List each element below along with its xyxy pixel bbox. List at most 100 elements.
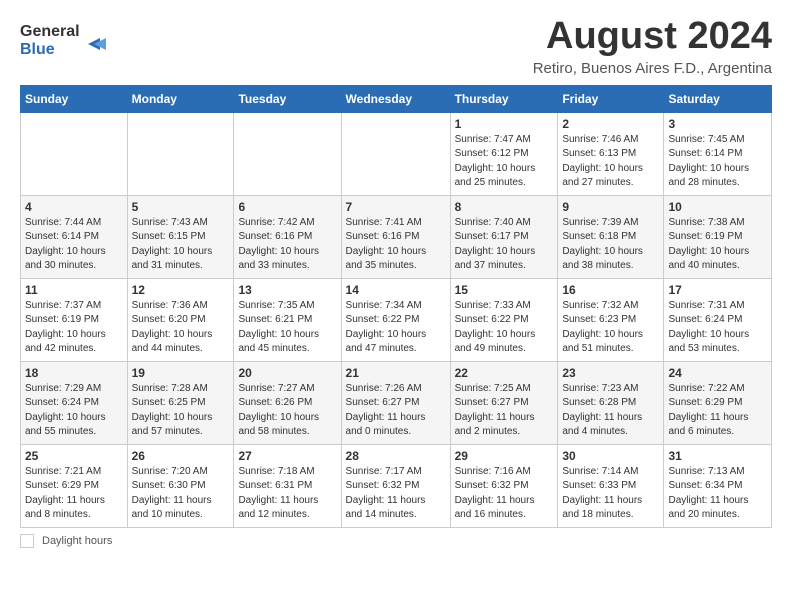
day-info: Sunrise: 7:23 AMSunset: 6:28 PMDaylight:… bbox=[562, 382, 659, 440]
day-info: Sunrise: 7:41 AMSunset: 6:16 PMDaylight:… bbox=[346, 216, 446, 274]
logo-text: General Blue bbox=[20, 16, 110, 65]
calendar-cell: 12Sunrise: 7:36 AMSunset: 6:20 PMDayligh… bbox=[127, 278, 234, 361]
day-info: Sunrise: 7:18 AMSunset: 6:31 PMDaylight:… bbox=[238, 465, 336, 523]
calendar-cell: 6 Sunrise: 7:42 AMSunset: 6:16 PMDaylight… bbox=[234, 195, 341, 278]
day-info: Sunrise: 7:26 AMSunset: 6:27 PMDaylight:… bbox=[346, 382, 446, 440]
calendar-table: SundayMondayTuesdayWednesdayThursdayFrid… bbox=[20, 85, 772, 528]
calendar-cell: 21 Sunrise: 7:26 AMSunset: 6:27 PMDayligh… bbox=[341, 361, 450, 444]
day-number: 22 bbox=[455, 366, 554, 380]
calendar-week-row: 4 Sunrise: 7:44 AMSunset: 6:14 PMDaylight… bbox=[21, 195, 772, 278]
day-info: Sunrise: 7:42 AMSunset: 6:16 PMDaylight:… bbox=[238, 216, 336, 274]
calendar-cell: 15 Sunrise: 7:33 AMSunset: 6:22 PMDayligh… bbox=[450, 278, 558, 361]
day-number: 3 bbox=[668, 117, 767, 131]
day-info: Sunrise: 7:16 AMSunset: 6:32 PMDaylight:… bbox=[455, 465, 554, 523]
day-info: Sunrise: 7:29 AMSunset: 6:24 PMDaylight:… bbox=[25, 382, 123, 440]
day-info: Sunrise: 7:32 AMSunset: 6:23 PMDaylight:… bbox=[562, 299, 659, 357]
calendar-day-header: Saturday bbox=[664, 85, 772, 112]
day-number: 17 bbox=[668, 283, 767, 297]
day-info: Sunrise: 7:14 AMSunset: 6:33 PMDaylight:… bbox=[562, 465, 659, 523]
calendar-cell: 25 Sunrise: 7:21 AMSunset: 6:29 PMDayligh… bbox=[21, 444, 128, 527]
page: General Blue August 2024 Retiro, Buenos … bbox=[0, 0, 792, 560]
day-info: Sunrise: 7:27 AMSunset: 6:26 PMDaylight:… bbox=[238, 382, 336, 440]
day-number: 16 bbox=[562, 283, 659, 297]
day-number: 27 bbox=[238, 449, 336, 463]
footer: Daylight hours bbox=[20, 534, 772, 548]
calendar-cell: 3 Sunrise: 7:45 AMSunset: 6:14 PMDaylight… bbox=[664, 112, 772, 195]
calendar-day-header: Friday bbox=[558, 85, 664, 112]
calendar-day-header: Wednesday bbox=[341, 85, 450, 112]
subtitle: Retiro, Buenos Aires F.D., Argentina bbox=[533, 60, 772, 77]
calendar-cell: 14 Sunrise: 7:34 AMSunset: 6:22 PMDayligh… bbox=[341, 278, 450, 361]
calendar-cell: 20Sunrise: 7:27 AMSunset: 6:26 PMDayligh… bbox=[234, 361, 341, 444]
day-number: 21 bbox=[346, 366, 446, 380]
day-info: Sunrise: 7:43 AMSunset: 6:15 PMDaylight:… bbox=[132, 216, 230, 274]
day-info: Sunrise: 7:25 AMSunset: 6:27 PMDaylight:… bbox=[455, 382, 554, 440]
day-number: 25 bbox=[25, 449, 123, 463]
day-number: 24 bbox=[668, 366, 767, 380]
day-number: 2 bbox=[562, 117, 659, 131]
calendar-cell bbox=[341, 112, 450, 195]
calendar-day-header: Tuesday bbox=[234, 85, 341, 112]
day-info: Sunrise: 7:33 AMSunset: 6:22 PMDaylight:… bbox=[455, 299, 554, 357]
day-number: 28 bbox=[346, 449, 446, 463]
title-block: August 2024 Retiro, Buenos Aires F.D., A… bbox=[533, 16, 772, 77]
day-number: 4 bbox=[25, 200, 123, 214]
calendar-cell: 19 Sunrise: 7:28 AMSunset: 6:25 PMDayligh… bbox=[127, 361, 234, 444]
day-number: 15 bbox=[455, 283, 554, 297]
calendar-cell: 4 Sunrise: 7:44 AMSunset: 6:14 PMDaylight… bbox=[21, 195, 128, 278]
day-info: Sunrise: 7:17 AMSunset: 6:32 PMDaylight:… bbox=[346, 465, 446, 523]
calendar-cell: 5 Sunrise: 7:43 AMSunset: 6:15 PMDaylight… bbox=[127, 195, 234, 278]
calendar-cell: 7 Sunrise: 7:41 AMSunset: 6:16 PMDaylight… bbox=[341, 195, 450, 278]
calendar-week-row: 25 Sunrise: 7:21 AMSunset: 6:29 PMDayligh… bbox=[21, 444, 772, 527]
day-info: Sunrise: 7:35 AMSunset: 6:21 PMDaylight:… bbox=[238, 299, 336, 357]
day-number: 6 bbox=[238, 200, 336, 214]
calendar-day-header: Thursday bbox=[450, 85, 558, 112]
footer-label: Daylight hours bbox=[42, 535, 112, 547]
svg-text:Blue: Blue bbox=[20, 41, 55, 58]
calendar-day-header: Sunday bbox=[21, 85, 128, 112]
calendar-cell bbox=[234, 112, 341, 195]
day-number: 1 bbox=[455, 117, 554, 131]
day-number: 26 bbox=[132, 449, 230, 463]
calendar-cell: 23Sunrise: 7:23 AMSunset: 6:28 PMDayligh… bbox=[558, 361, 664, 444]
day-info: Sunrise: 7:13 AMSunset: 6:34 PMDaylight:… bbox=[668, 465, 767, 523]
day-info: Sunrise: 7:31 AMSunset: 6:24 PMDaylight:… bbox=[668, 299, 767, 357]
day-info: Sunrise: 7:40 AMSunset: 6:17 PMDaylight:… bbox=[455, 216, 554, 274]
day-info: Sunrise: 7:37 AMSunset: 6:19 PMDaylight:… bbox=[25, 299, 123, 357]
day-number: 31 bbox=[668, 449, 767, 463]
day-info: Sunrise: 7:44 AMSunset: 6:14 PMDaylight:… bbox=[25, 216, 123, 274]
logo: General Blue bbox=[20, 16, 110, 65]
calendar-cell: 13Sunrise: 7:35 AMSunset: 6:21 PMDayligh… bbox=[234, 278, 341, 361]
calendar-cell: 8 Sunrise: 7:40 AMSunset: 6:17 PMDaylight… bbox=[450, 195, 558, 278]
calendar-cell: 2Sunrise: 7:46 AMSunset: 6:13 PMDaylight… bbox=[558, 112, 664, 195]
calendar-cell bbox=[127, 112, 234, 195]
day-info: Sunrise: 7:28 AMSunset: 6:25 PMDaylight:… bbox=[132, 382, 230, 440]
day-info: Sunrise: 7:21 AMSunset: 6:29 PMDaylight:… bbox=[25, 465, 123, 523]
day-info: Sunrise: 7:36 AMSunset: 6:20 PMDaylight:… bbox=[132, 299, 230, 357]
header: General Blue August 2024 Retiro, Buenos … bbox=[20, 16, 772, 77]
main-title: August 2024 bbox=[533, 16, 772, 58]
day-info: Sunrise: 7:45 AMSunset: 6:14 PMDaylight:… bbox=[668, 133, 767, 191]
day-number: 19 bbox=[132, 366, 230, 380]
day-info: Sunrise: 7:34 AMSunset: 6:22 PMDaylight:… bbox=[346, 299, 446, 357]
calendar-cell: 29 Sunrise: 7:16 AMSunset: 6:32 PMDayligh… bbox=[450, 444, 558, 527]
day-number: 14 bbox=[346, 283, 446, 297]
calendar-cell: 18 Sunrise: 7:29 AMSunset: 6:24 PMDayligh… bbox=[21, 361, 128, 444]
calendar-cell bbox=[21, 112, 128, 195]
day-number: 8 bbox=[455, 200, 554, 214]
day-number: 5 bbox=[132, 200, 230, 214]
calendar-cell: 24Sunrise: 7:22 AMSunset: 6:29 PMDayligh… bbox=[664, 361, 772, 444]
calendar-cell: 31 Sunrise: 7:13 AMSunset: 6:34 PMDayligh… bbox=[664, 444, 772, 527]
calendar-cell: 16 Sunrise: 7:32 AMSunset: 6:23 PMDayligh… bbox=[558, 278, 664, 361]
day-number: 10 bbox=[668, 200, 767, 214]
calendar-cell: 26 Sunrise: 7:20 AMSunset: 6:30 PMDayligh… bbox=[127, 444, 234, 527]
day-info: Sunrise: 7:39 AMSunset: 6:18 PMDaylight:… bbox=[562, 216, 659, 274]
day-number: 29 bbox=[455, 449, 554, 463]
day-number: 18 bbox=[25, 366, 123, 380]
calendar-cell: 27 Sunrise: 7:18 AMSunset: 6:31 PMDayligh… bbox=[234, 444, 341, 527]
calendar-cell: 9Sunrise: 7:39 AMSunset: 6:18 PMDaylight… bbox=[558, 195, 664, 278]
day-info: Sunrise: 7:20 AMSunset: 6:30 PMDaylight:… bbox=[132, 465, 230, 523]
day-number: 7 bbox=[346, 200, 446, 214]
calendar-week-row: 11Sunrise: 7:37 AMSunset: 6:19 PMDayligh… bbox=[21, 278, 772, 361]
calendar-cell: 22 Sunrise: 7:25 AMSunset: 6:27 PMDayligh… bbox=[450, 361, 558, 444]
